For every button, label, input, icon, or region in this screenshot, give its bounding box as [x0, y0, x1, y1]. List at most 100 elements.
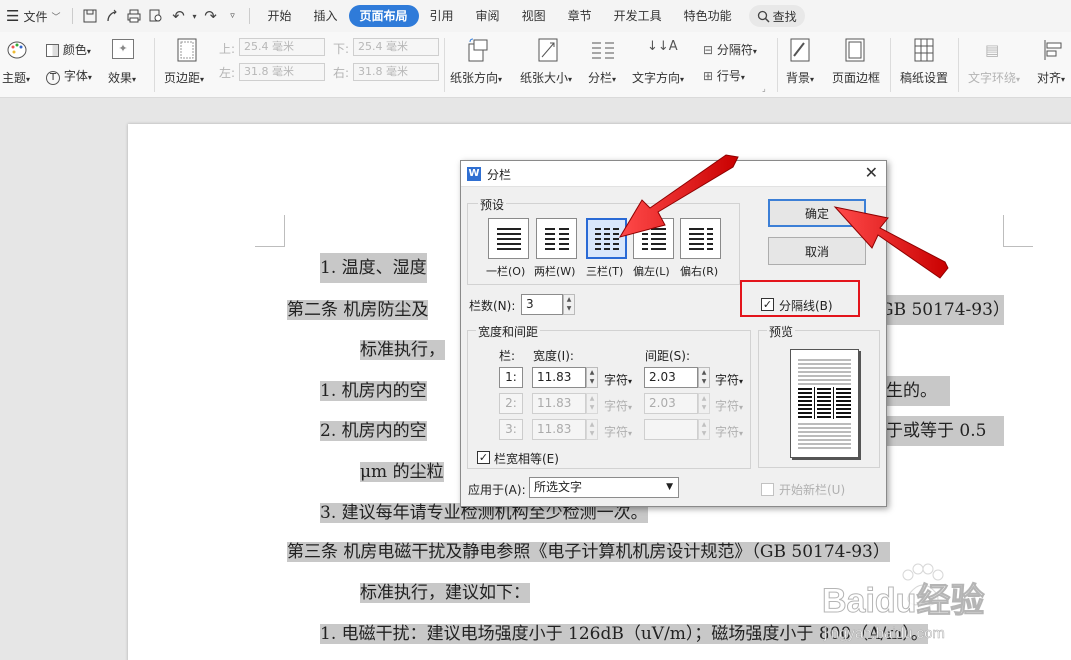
doc-line[interactable]: 1. 机房内的空 — [320, 376, 427, 406]
doc-line-text: 标准执行，建议如下： — [360, 583, 530, 603]
preset-three-columns[interactable] — [586, 218, 627, 259]
left-margin-input[interactable]: 31.8 毫米 — [239, 63, 325, 81]
start-new-column-label[interactable]: 开始新栏(U) — [779, 481, 845, 498]
column-spacing-unit[interactable]: 字符▾ — [715, 371, 743, 388]
line-numbers-button[interactable]: ⊞ 行号▾ — [703, 67, 745, 84]
cancel-button[interactable]: 取消 — [768, 237, 866, 265]
doc-line[interactable]: 于或等于 0.5 — [886, 416, 1004, 446]
text-wrap-label[interactable]: 文字环绕▾ — [968, 69, 1020, 86]
orientation-icon[interactable] — [467, 38, 489, 65]
column-spacing-input[interactable]: 2.03 — [644, 367, 698, 388]
effect-button[interactable]: ✦ — [112, 39, 134, 59]
tab-references[interactable]: 引用 — [419, 5, 465, 27]
font-button[interactable]: T 字体▾ — [46, 67, 92, 85]
page-setup-launcher-icon[interactable]: ⌟ — [762, 84, 766, 93]
effect-icon: ✦ — [112, 39, 134, 59]
tab-page-layout[interactable]: 页面布局 — [348, 5, 419, 27]
doc-line[interactable]: 2. 机房内的空 — [320, 416, 427, 446]
preset-right[interactable] — [680, 218, 721, 259]
doc-line-text: μm 的尘粒 — [360, 462, 444, 482]
text-direction-icon[interactable]: ↓↓A — [647, 39, 678, 54]
tab-view[interactable]: 视图 — [511, 5, 557, 27]
tab-developer[interactable]: 开发工具 — [603, 5, 673, 27]
menu-bar: ☰ 文件 ﹀ ↶ ▾ ↷ ▿ 开始 插入 页面布局 引用 审阅 视图 章节 开发… — [0, 0, 1071, 32]
close-icon[interactable]: ✕ — [865, 163, 878, 182]
tab-section[interactable]: 章节 — [557, 5, 603, 27]
margin-button[interactable] — [177, 38, 197, 65]
breaks-button[interactable]: ⊟ 分隔符▾ — [703, 41, 757, 58]
page-border-label[interactable]: 页面边框 — [832, 69, 880, 86]
color-label: 颜色 — [62, 43, 87, 57]
column-width-input[interactable]: 11.83 — [532, 367, 586, 388]
column-count-input[interactable]: 3 — [521, 294, 563, 315]
columns-label[interactable]: 分栏▾ — [588, 69, 616, 86]
doc-line[interactable]: μm 的尘粒 — [360, 457, 444, 487]
undo-dropdown-icon[interactable]: ▾ — [189, 5, 199, 27]
font-label: 字体 — [63, 69, 88, 83]
dialog-title: 分栏 — [487, 168, 512, 182]
top-margin-input[interactable]: 25.4 毫米 — [239, 38, 325, 56]
page-border-icon[interactable] — [845, 38, 865, 65]
redo-icon[interactable]: ↷ — [199, 5, 221, 27]
doc-line[interactable]: 第二条 机房防尘及 — [287, 295, 429, 325]
background-icon[interactable] — [790, 38, 810, 65]
ribbon-toolbar: 主题▾ 颜色▾ T 字体▾ ✦ 效果▾ 页边距▾ 上: 25.4 毫米 下: 2… — [0, 32, 1071, 98]
save-icon[interactable] — [79, 5, 101, 27]
theme-label[interactable]: 主题▾ — [2, 69, 30, 86]
export-pdf-icon[interactable] — [101, 5, 123, 27]
preset-two-columns[interactable] — [536, 218, 577, 259]
bottom-margin-input[interactable]: 25.4 毫米 — [353, 38, 439, 56]
right-margin-input[interactable]: 31.8 毫米 — [353, 63, 439, 81]
column-spacing-unit: 字符▾ — [715, 425, 744, 439]
undo-icon[interactable]: ↶ — [167, 5, 189, 27]
align-icon[interactable] — [1043, 39, 1063, 64]
column-width-unit[interactable]: 字符▾ — [604, 371, 632, 388]
text-direction-label[interactable]: 文字方向▾ — [632, 69, 684, 86]
orientation-label[interactable]: 纸张方向▾ — [450, 69, 502, 86]
background-label[interactable]: 背景▾ — [786, 69, 814, 86]
doc-line[interactable]: GB 50174-93） — [880, 295, 1010, 325]
doc-line[interactable]: 标准执行，建议如下： — [360, 578, 530, 608]
paper-size-label[interactable]: 纸张大小▾ — [520, 69, 572, 86]
file-menu[interactable]: ☰ 文件 ﹀ — [0, 4, 66, 28]
manuscript-label[interactable]: 稿纸设置 — [900, 69, 948, 86]
tab-special-features[interactable]: 特色功能 — [673, 5, 743, 27]
color-button[interactable]: 颜色▾ — [46, 41, 91, 58]
column-row-number[interactable]: 1: — [499, 367, 523, 388]
column-width-spinner[interactable]: ▲ ▼ — [586, 367, 598, 388]
ok-button[interactable]: 确定 — [768, 199, 866, 227]
tab-home[interactable]: 开始 — [256, 5, 302, 27]
dropdown-arrow-icon: ▼ — [666, 482, 673, 492]
tab-insert[interactable]: 插入 — [303, 5, 349, 27]
align-label[interactable]: 对齐▾ — [1037, 69, 1065, 86]
start-new-column-checkbox[interactable] — [761, 483, 774, 496]
column-count-spinner[interactable]: ▲ ▼ — [563, 294, 575, 315]
column-spacing-spinner[interactable]: ▲ ▼ — [698, 367, 710, 388]
equal-width-checkbox[interactable]: ✓ — [477, 451, 490, 464]
effect-label[interactable]: 效果▾ — [108, 69, 136, 86]
doc-line[interactable]: 生的。 — [886, 376, 950, 406]
preset-left[interactable] — [633, 218, 674, 259]
text-wrap-icon[interactable]: ▤ — [985, 41, 999, 59]
column-spacing-spinner: ▲ ▼ — [698, 393, 710, 414]
tab-review[interactable]: 审阅 — [465, 5, 511, 27]
dialog-titlebar[interactable]: W 分栏 ✕ — [461, 161, 886, 187]
color-grid-icon — [46, 44, 59, 57]
doc-line[interactable]: 第三条 机房电磁干扰及静电参照《电子计算机机房设计规范》（GB 50174-93… — [287, 537, 890, 567]
margin-label[interactable]: 页边距▾ — [164, 69, 204, 86]
column-width-unit: 字符▾ — [604, 425, 633, 439]
apply-to-select[interactable]: 所选文字 ▼ — [529, 477, 679, 498]
search-button[interactable]: 查找 — [748, 5, 805, 27]
manuscript-icon[interactable] — [914, 38, 934, 65]
columns-icon[interactable] — [591, 40, 615, 63]
equal-width-label[interactable]: 栏宽相等(E) — [494, 450, 559, 467]
doc-line[interactable]: 标准执行， — [360, 335, 445, 365]
theme-button[interactable] — [6, 39, 28, 64]
doc-line[interactable]: 1. 温度、湿度 — [320, 253, 427, 283]
print-preview-icon[interactable] — [145, 5, 167, 27]
print-icon[interactable] — [123, 5, 145, 27]
paper-size-icon[interactable] — [537, 38, 559, 65]
customize-toolbar-icon[interactable]: ▿ — [221, 5, 243, 27]
column-spacing-unit: 字符▾ — [715, 399, 744, 413]
preset-one-column[interactable] — [488, 218, 529, 259]
